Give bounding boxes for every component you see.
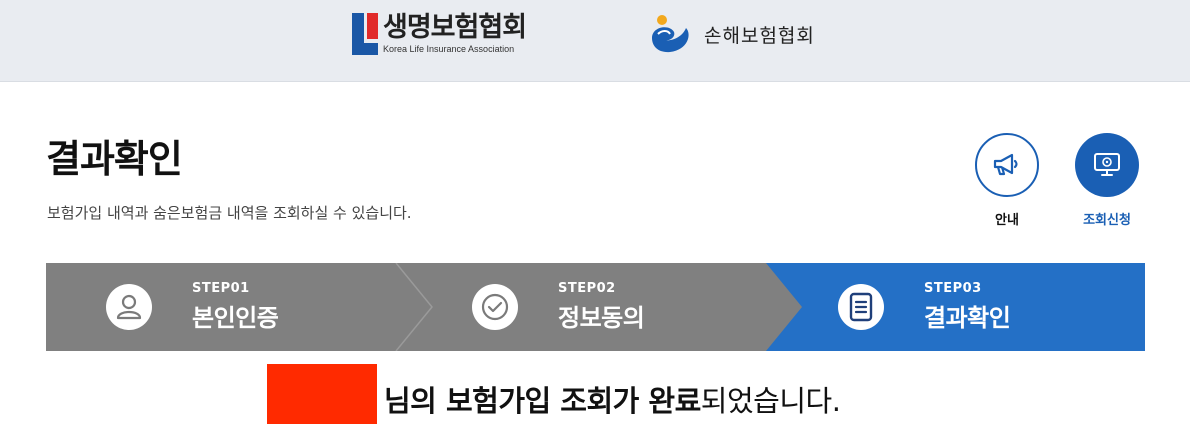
life-insurance-association-logo[interactable]: 생명보험협회 Korea Life Insurance Association [352, 12, 527, 55]
life-association-name-en: Korea Life Insurance Association [383, 44, 515, 54]
header-band: 생명보험협회 Korea Life Insurance Association … [0, 0, 1190, 82]
inquiry-apply-button-circle[interactable] [1075, 133, 1139, 197]
step1-icon-circle [106, 284, 152, 330]
result-message-part2: 되었습니다. [700, 384, 841, 418]
inquiry-apply-button-label[interactable]: 조회신청 [1075, 209, 1139, 228]
guide-button[interactable]: 안내 [975, 133, 1039, 228]
step-progress-bar: STEP01 본인인증 STEP02 정보동의 STEP03 결과확인 [46, 263, 1145, 351]
step3-name: 결과확인 [924, 304, 1011, 332]
megaphone-icon [993, 153, 1018, 176]
step-information-consent: STEP02 정보동의 [472, 263, 645, 351]
page-description: 보험가입 내역과 숨은보험금 내역을 조회하실 수 있습니다. [47, 204, 412, 222]
step2-name: 정보동의 [558, 304, 645, 332]
redacted-user-name [267, 364, 377, 424]
guide-button-label[interactable]: 안내 [975, 209, 1039, 228]
step1-number: STEP01 [192, 281, 250, 296]
life-association-mark-icon [352, 13, 378, 55]
life-association-name-ko: 생명보험협회 [383, 12, 527, 43]
result-message-bold: 보험가입 조회가 완료 [445, 384, 701, 418]
guide-button-circle[interactable] [975, 133, 1039, 197]
step-result-check: STEP03 결과확인 [838, 263, 1011, 351]
step3-number: STEP03 [924, 281, 982, 296]
result-message-area: 님의 보험가입 조회가 완료되었습니다. [0, 362, 1190, 424]
step3-icon-circle [838, 284, 884, 330]
step2-icon-circle [472, 284, 518, 330]
result-message-part1: 님의 [384, 384, 446, 418]
user-icon [116, 294, 142, 320]
page-title: 결과확인 [46, 137, 183, 181]
document-icon [849, 292, 873, 322]
step1-name: 본인인증 [192, 304, 279, 332]
nonlife-insurance-association-logo[interactable]: 손해보험협회 [648, 12, 815, 56]
result-message: 님의 보험가입 조회가 완료되었습니다. [384, 378, 841, 420]
nonlife-association-mark-icon [652, 15, 689, 53]
check-circle-icon [481, 293, 509, 321]
monitor-icon [1094, 153, 1120, 176]
step2-number: STEP02 [558, 281, 616, 296]
step-identity-verification: STEP01 본인인증 [106, 263, 279, 351]
inquiry-apply-button[interactable]: 조회신청 [1075, 133, 1139, 228]
nonlife-association-name: 손해보험협회 [704, 24, 815, 47]
